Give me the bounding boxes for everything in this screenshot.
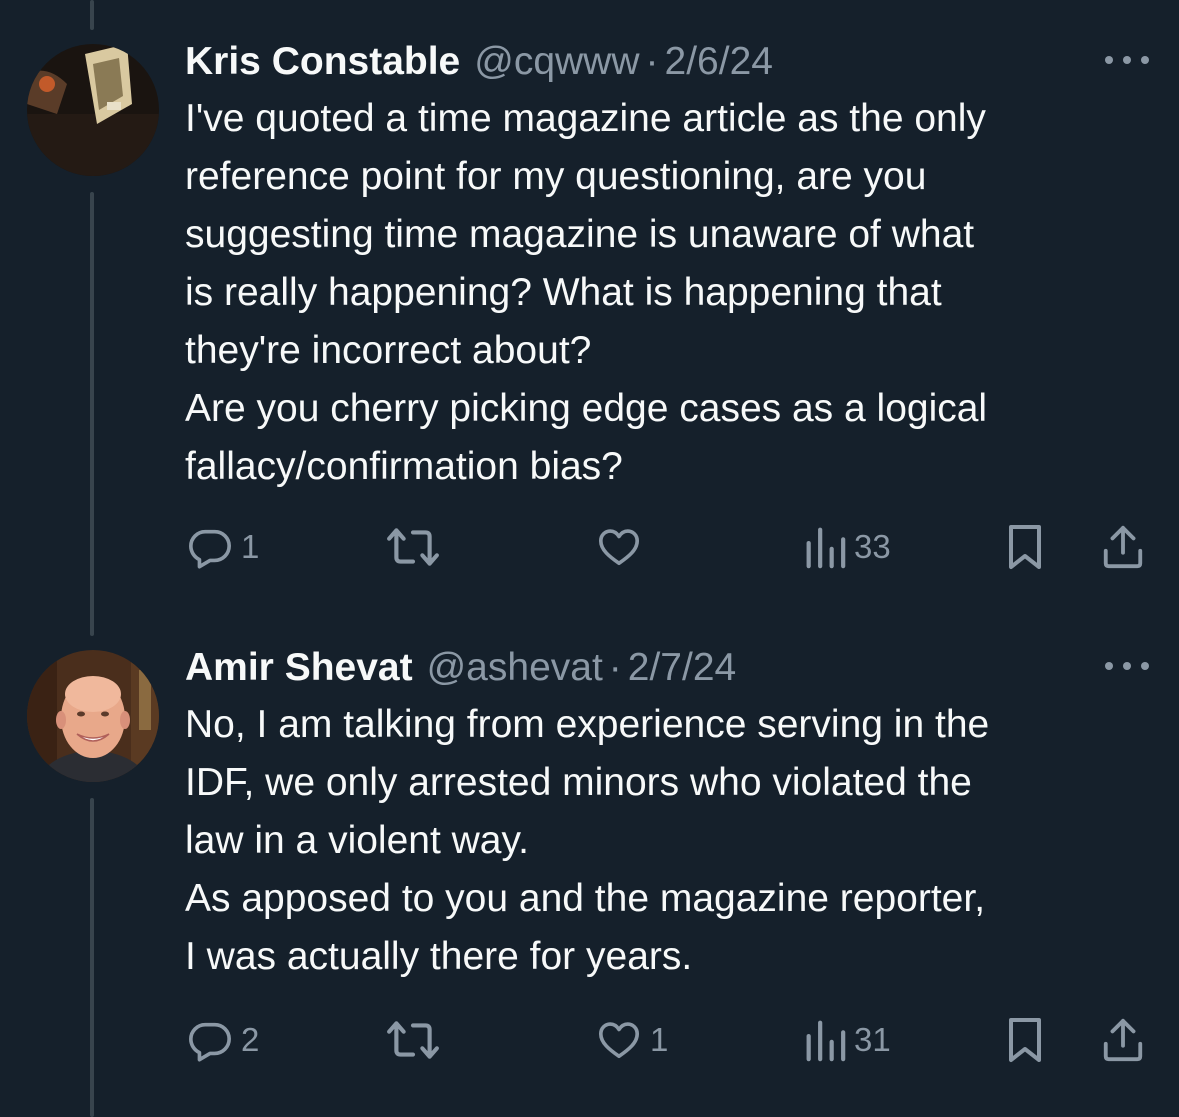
tweet-date[interactable]: 2/7/24 — [628, 644, 736, 692]
author-handle[interactable]: @cqwww — [474, 38, 639, 86]
share-button[interactable] — [1100, 517, 1146, 577]
author-name[interactable]: Kris Constable — [185, 38, 460, 86]
separator-dot: · — [645, 40, 659, 83]
separator-dot: · — [608, 646, 622, 689]
share-button[interactable] — [1100, 1010, 1146, 1070]
views-count: 33 — [854, 528, 891, 565]
views-icon — [806, 527, 846, 569]
retweet-icon — [387, 528, 439, 566]
reply-count: 1 — [241, 528, 260, 565]
share-icon — [1103, 525, 1143, 569]
more-icon[interactable] — [1105, 50, 1149, 70]
author-name[interactable]: Amir Shevat — [185, 644, 413, 692]
reply-icon — [189, 529, 231, 569]
views-icon — [806, 1020, 846, 1062]
tweet-text: I've quoted a time magazine article as t… — [185, 97, 988, 488]
like-count: 1 — [650, 1021, 669, 1058]
like-button[interactable] — [596, 517, 650, 577]
avatar[interactable] — [27, 650, 159, 782]
thread-line-top — [90, 0, 94, 30]
reply-icon — [189, 1022, 231, 1062]
tweet-actions: 2 1 31 — [0, 1010, 1179, 1070]
reply-button[interactable]: 2 — [187, 1010, 259, 1070]
retweet-button[interactable] — [386, 517, 448, 577]
bookmark-button[interactable] — [1005, 1010, 1045, 1070]
retweet-button[interactable] — [386, 1010, 448, 1070]
author-handle[interactable]: @ashevat — [427, 644, 603, 692]
views-button[interactable]: 31 — [802, 1010, 891, 1070]
heart-icon — [598, 1022, 640, 1059]
tweet-actions: 1 33 — [0, 517, 1179, 577]
tweet-date[interactable]: 2/6/24 — [665, 38, 773, 86]
share-icon — [1103, 1018, 1143, 1062]
views-button[interactable]: 33 — [802, 517, 891, 577]
bookmark-button[interactable] — [1005, 517, 1045, 577]
tweet-header: Amir Shevat @ashevat · 2/7/24 — [185, 644, 1149, 692]
reply-count: 2 — [241, 1021, 260, 1058]
avatar[interactable] — [27, 44, 159, 176]
bookmark-icon — [1009, 1018, 1041, 1062]
retweet-icon — [387, 1021, 439, 1059]
views-count: 31 — [854, 1021, 891, 1058]
more-icon[interactable] — [1105, 656, 1149, 676]
reply-button[interactable]: 1 — [187, 517, 259, 577]
heart-icon — [598, 529, 640, 566]
like-button[interactable]: 1 — [596, 1010, 668, 1070]
bookmark-icon — [1009, 525, 1041, 569]
tweet-text: No, I am talking from experience serving… — [185, 703, 990, 978]
conversation-thread: Kris Constable @cqwww · 2/6/24 I've quot… — [0, 0, 1179, 1117]
tweet-header: Kris Constable @cqwww · 2/6/24 — [185, 38, 1149, 86]
